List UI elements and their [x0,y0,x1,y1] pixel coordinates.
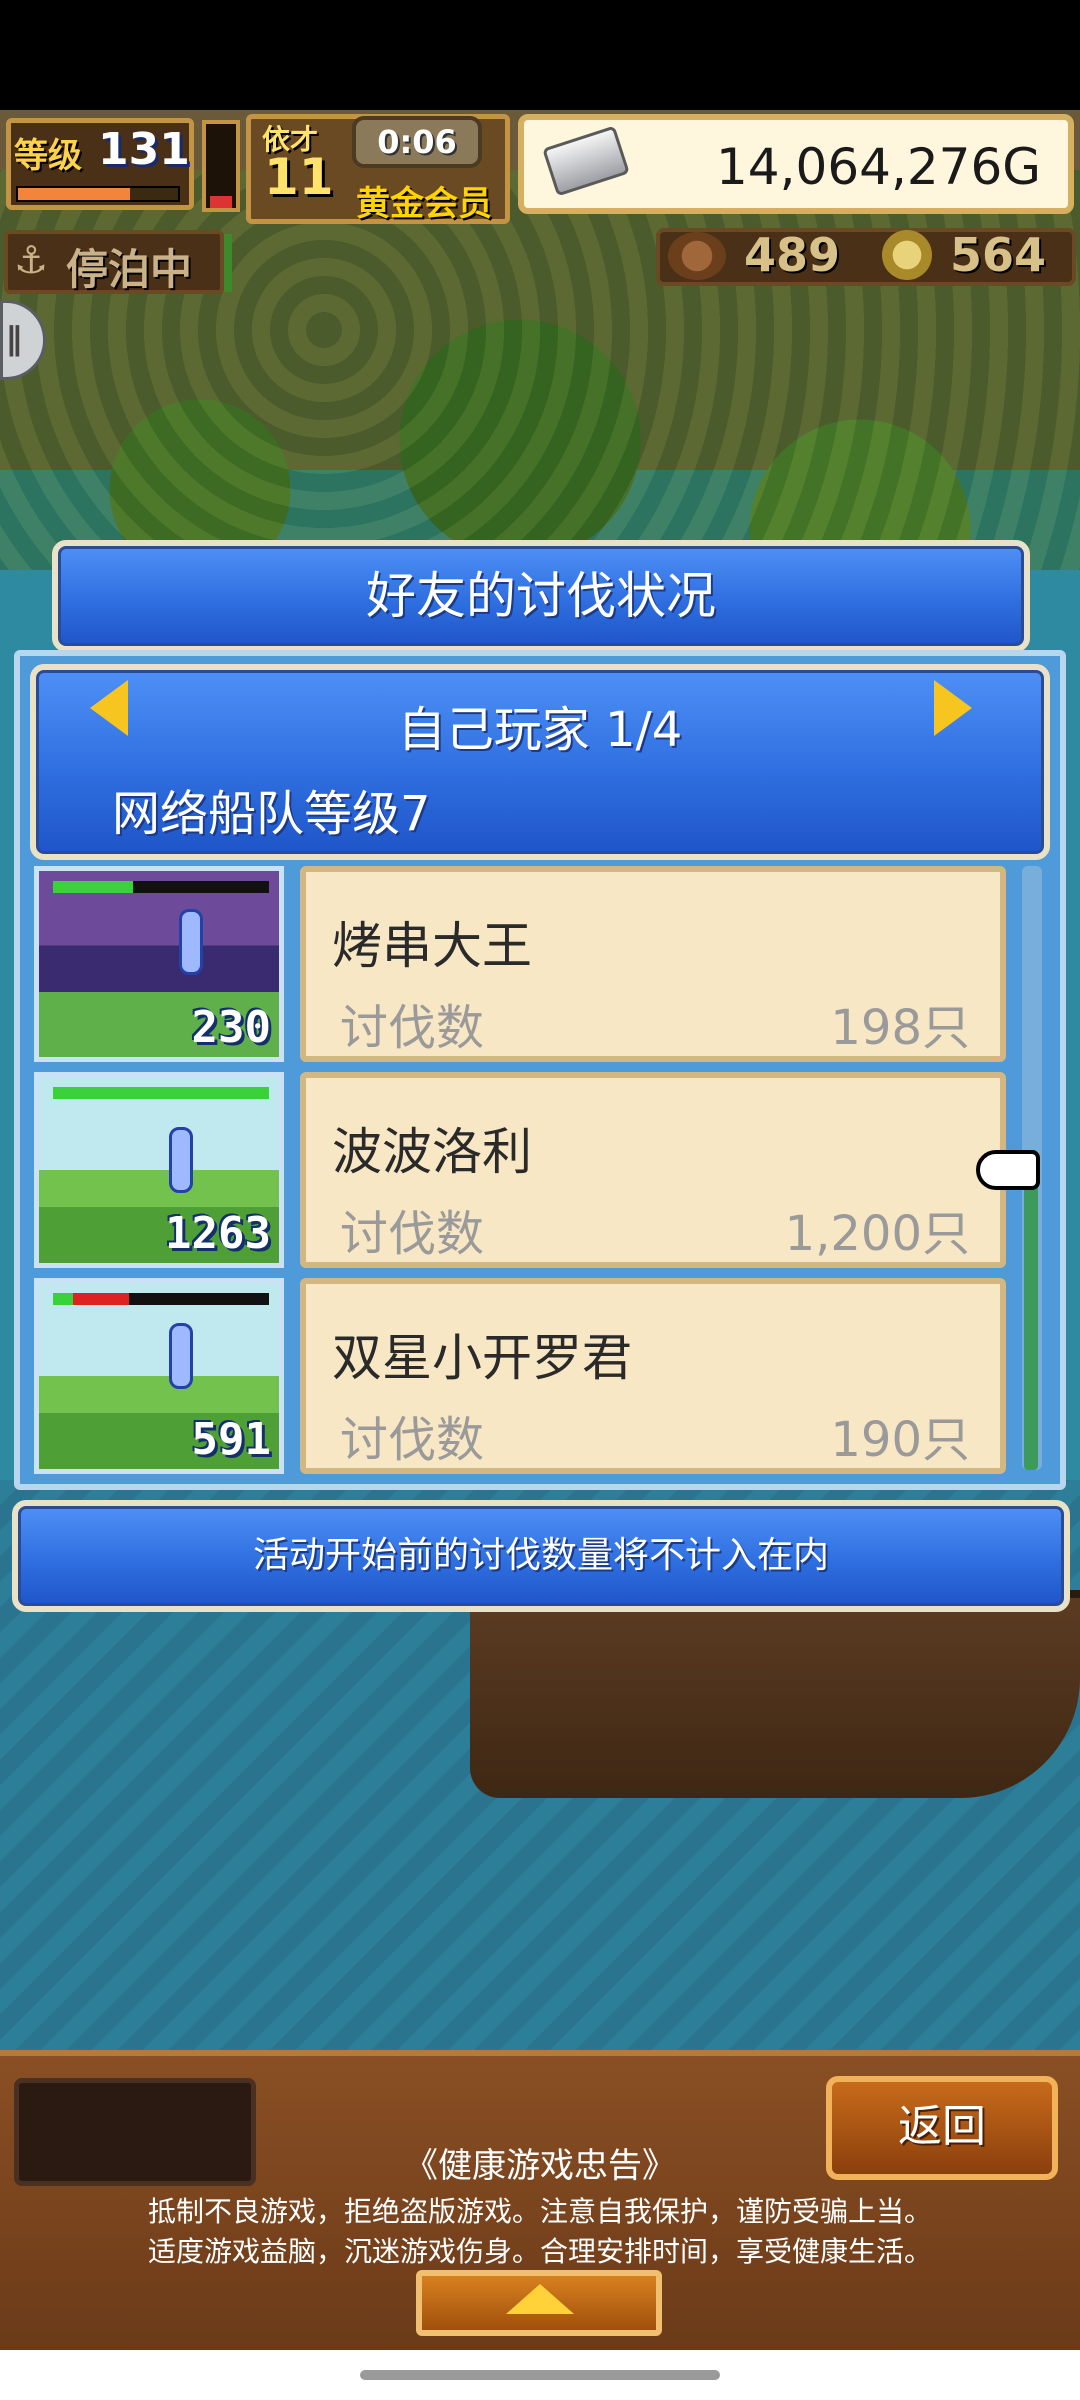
gold-member-label: 黄金会员 [356,184,492,224]
thumb-level: 230 [191,1002,271,1053]
level-progress-fill [18,188,130,200]
alert-marker-icon [169,1323,193,1389]
money-value: 14,064,276G [716,138,1042,196]
hp-bar-fill [53,881,133,893]
anchor-icon: ⚓ [14,238,49,282]
count-label: 讨伐数 [340,1412,485,1468]
health-advice-title: 《健康游戏忠告》 [404,2146,676,2186]
alert-marker-icon [169,1127,193,1193]
hp-bar-damage [73,1293,129,1305]
home-indicator[interactable] [360,2370,720,2380]
scrollbar-thumb[interactable] [1024,1150,1038,1470]
ship-hull [470,1590,1080,1798]
level-label: 等级 [14,136,82,176]
health-advice-line1: 抵制不良游戏，拒绝盗版游戏。注意自我保护，谨防受骗上当。 [147,2195,932,2228]
player-page-label: 自己玩家 1/4 [397,702,683,758]
timer: 0:06 [352,116,482,168]
side-menu-icon: ∥ [6,320,22,358]
up-arrow-icon [506,2284,574,2314]
thumb-level: 1263 [165,1208,271,1259]
health-advice-line2: 适度游戏益脑，沉迷游戏伤身。合理安排时间，享受健康生活。 [147,2235,932,2268]
row-thumbnail[interactable]: 1263 [34,1072,284,1268]
row-thumbnail[interactable]: 230 [34,866,284,1062]
stamina-gauge-fill [210,196,232,208]
level-value: 131 [98,124,190,175]
list-item[interactable]: 双星小开罗君 讨伐数 190只 [300,1278,1006,1474]
member-value: 11 [264,148,334,206]
dialog-title: 好友的讨伐状况 [366,567,716,625]
alert-marker-icon [179,909,203,975]
fleet-level-label: 网络船队等级7 [112,786,431,842]
friend-name: 烤串大王 [332,917,532,975]
friend-name: 波波洛利 [332,1123,532,1181]
count-value: 190只 [830,1412,970,1468]
friend-name: 双星小开罗君 [332,1329,632,1387]
count-value: 198只 [830,1000,970,1056]
notice-text: 活动开始前的讨伐数量将不计入在内 [252,1535,829,1576]
wood-barrel-icon [668,232,726,280]
mooring-bar [224,234,232,292]
resource1-value: 489 [744,228,841,282]
system-status-bar [0,0,1080,110]
count-label: 讨伐数 [340,1206,485,1262]
hp-bar-fill [53,1293,73,1305]
list-item[interactable]: 烤串大王 讨伐数 198只 [300,866,1006,1062]
count-label: 讨伐数 [340,1000,485,1056]
coin-icon [882,230,932,280]
hp-bar-background [53,1087,269,1099]
count-value: 1,200只 [784,1206,970,1262]
list-item[interactable]: 波波洛利 讨伐数 1,200只 [300,1072,1006,1268]
thumb-level: 591 [191,1414,271,1465]
pointer-hand-icon [976,1150,1040,1190]
row-thumbnail[interactable]: 591 [34,1278,284,1474]
resource2-value: 564 [950,228,1047,282]
mooring-label: 停泊中 [66,245,193,294]
